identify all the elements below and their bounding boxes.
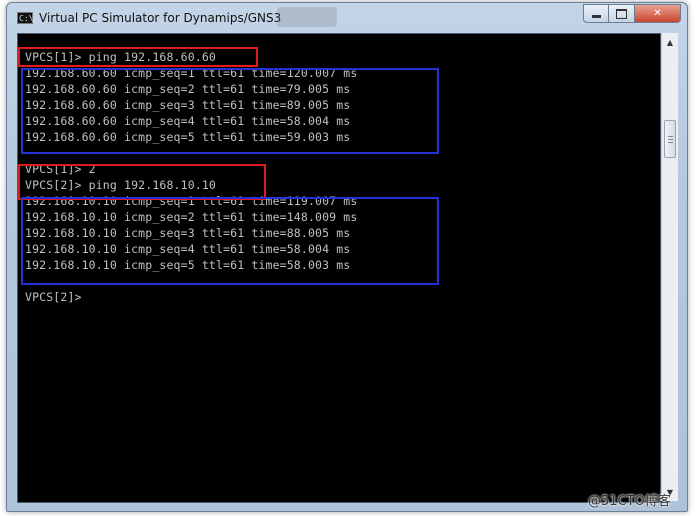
maximize-button[interactable] bbox=[609, 4, 635, 23]
minimize-button[interactable] bbox=[583, 4, 609, 23]
maximize-icon bbox=[616, 8, 627, 19]
vpcs-window: C:\ Virtual PC Simulator for Dynamips/GN… bbox=[6, 2, 688, 512]
highlight-ping-replies-2 bbox=[21, 197, 439, 285]
grip-line bbox=[668, 136, 673, 137]
console-icon[interactable]: C:\ bbox=[17, 12, 33, 24]
watermark: @51CTO博客 bbox=[588, 494, 671, 509]
minimize-icon bbox=[591, 15, 601, 18]
terminal-line: VPCS[2]> bbox=[25, 290, 82, 304]
scrollbar-thumb[interactable] bbox=[664, 120, 676, 158]
vertical-scrollbar[interactable]: ▲ ▼ bbox=[661, 33, 678, 501]
highlight-ping-command-1 bbox=[18, 47, 258, 67]
window-title: Virtual PC Simulator for Dynamips/GNS3 bbox=[39, 11, 282, 25]
title-blur-decoration bbox=[277, 7, 337, 27]
highlight-ping-replies-1 bbox=[21, 68, 439, 154]
scroll-up-icon[interactable]: ▲ bbox=[663, 34, 677, 50]
grip-line bbox=[668, 142, 673, 143]
highlight-ping-command-2 bbox=[18, 164, 266, 200]
close-icon: ✕ bbox=[653, 8, 662, 19]
close-button[interactable]: ✕ bbox=[635, 4, 681, 23]
caption-buttons: ✕ bbox=[583, 4, 681, 24]
terminal-output[interactable]: VPCS[1]> ping 192.168.60.60 192.168.60.6… bbox=[17, 33, 661, 503]
title-bar[interactable]: C:\ Virtual PC Simulator for Dynamips/GN… bbox=[7, 3, 687, 33]
grip-line bbox=[668, 139, 673, 140]
